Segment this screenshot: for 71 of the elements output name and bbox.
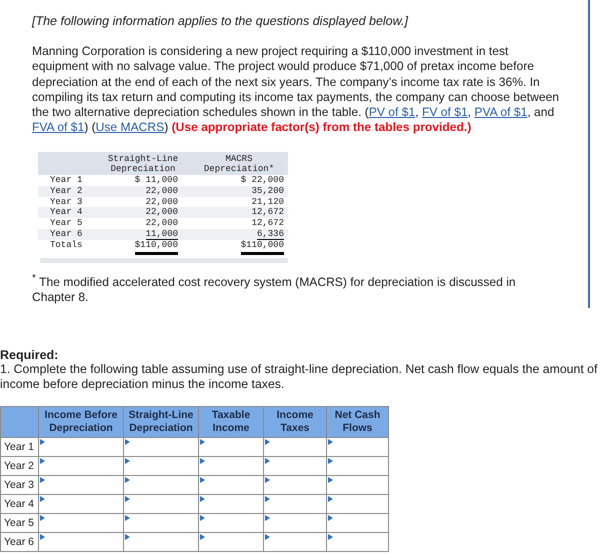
total-cell: $110,000	[134, 240, 178, 256]
table-cell: 22,000	[146, 186, 178, 196]
triangle-icon	[328, 439, 333, 446]
column-header: Depreciation	[110, 164, 176, 176]
table-cell: 6,336	[256, 228, 284, 240]
table-cell: 22,000	[146, 207, 178, 218]
column-header: Income Taxes	[264, 406, 326, 438]
triangle-icon	[40, 439, 45, 446]
triangle-icon	[328, 477, 333, 484]
triangle-icon	[40, 496, 45, 502]
row-label: Totals	[49, 240, 84, 252]
triangle-icon	[125, 439, 130, 446]
column-header: Depreciation*	[202, 164, 276, 176]
question-text: 1. Complete the following table assuming use of straight-line depreciation. Net cash flow equals the amount of income before depreciation minus the income taxes.	[0, 362, 598, 392]
row-label: Year 6	[49, 228, 84, 240]
triangle-icon	[200, 477, 205, 484]
triangle-icon	[200, 534, 205, 540]
column-header: Income Before Depreciation	[38, 406, 124, 438]
triangle-icon	[328, 534, 333, 540]
triangle-icon	[125, 458, 130, 464]
table-cell: 12,672	[252, 207, 284, 218]
triangle-icon	[125, 515, 130, 522]
triangle-icon	[200, 515, 205, 522]
triangle-icon	[265, 458, 270, 464]
row-label: Year 2	[49, 186, 84, 197]
table-cell: 21,120	[252, 196, 284, 207]
table-cell: 22,000	[146, 196, 178, 207]
triangle-icon	[200, 458, 205, 464]
row-label: Year 5	[49, 218, 84, 229]
column-header: Net Cash Flows	[326, 406, 388, 438]
triangle-icon	[328, 515, 333, 522]
table-cell: 12,672	[252, 218, 284, 228]
link[interactable]: Use MACRS	[96, 120, 164, 134]
problem-text: Manning Corporation is considering a new project requiring a $110,000 investment in test equipment with no salvage value. The project would produce $71,000 of pretax income before depreciation at the end of each of the next six years. The company’s income tax rate is 36%. In compiling its tax return and computing its income tax payments, the company can choose between the two alternative depreciation schedules shown in the table. (PV of $1, FV of $1, PVA of $1, and FVA of $1) (Use MACRS) (Use appropriate factor(s) from the tables provided.)	[32, 44, 560, 136]
column-header: Taxable Income	[198, 406, 264, 438]
triangle-icon	[200, 496, 205, 502]
table-cell: 35,200	[252, 186, 284, 196]
triangle-icon	[328, 496, 333, 502]
intro-note: [The following information applies to the questions displayed below.]	[32, 14, 410, 28]
table-cell: 11,000	[146, 228, 178, 240]
table-cell: $ 11,000	[134, 175, 178, 186]
row-label: Year 4	[49, 207, 84, 218]
required-heading: Required:	[0, 348, 60, 362]
table-cell: $ 22,000	[240, 175, 284, 186]
footnote: $^{*}$ The modified accelerated cost recovery system (MACRS) for depreciation is discussed in Chapter 8.	[32, 272, 517, 306]
triangle-icon	[265, 477, 270, 484]
link[interactable]: FVA of $1	[32, 120, 84, 134]
triangle-icon	[40, 534, 45, 540]
triangle-icon	[265, 439, 270, 446]
triangle-icon	[265, 534, 270, 540]
row-label: Year 1	[49, 175, 84, 186]
triangle-icon	[40, 477, 45, 484]
triangle-icon	[328, 458, 333, 464]
link[interactable]: PV of $1	[368, 105, 416, 120]
header-cell	[0, 406, 38, 438]
total-cell: $110,000	[240, 240, 284, 256]
table-cell: 22,000	[146, 218, 178, 228]
link[interactable]: FV of $1	[422, 105, 468, 120]
triangle-icon	[125, 534, 130, 540]
row-label: Year 3	[49, 196, 84, 208]
column-header: Straight-Line	[106, 154, 180, 164]
triangle-icon	[40, 515, 45, 522]
triangle-icon	[125, 496, 130, 502]
triangle-icon	[40, 458, 45, 464]
column-header: MACRS	[224, 154, 254, 164]
link[interactable]: PVA of $1	[474, 105, 528, 120]
triangle-icon	[265, 496, 270, 502]
triangle-icon	[265, 515, 270, 522]
column-header: Straight-Line Depreciation	[124, 406, 198, 438]
triangle-icon	[125, 477, 130, 484]
triangle-icon	[200, 439, 205, 446]
